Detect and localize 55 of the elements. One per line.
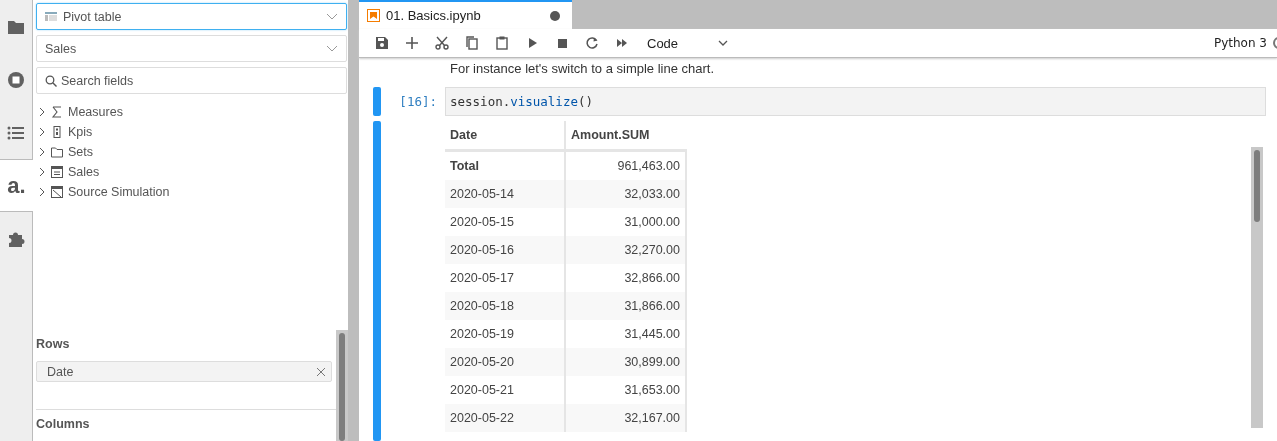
column-header: Amount.SUM xyxy=(565,121,686,151)
stop-icon xyxy=(555,36,569,50)
table-icon xyxy=(51,166,63,178)
save-icon xyxy=(375,36,389,50)
tree-item[interactable]: Kpis xyxy=(36,122,348,142)
folder-icon xyxy=(51,146,63,158)
section-title: Columns xyxy=(36,417,91,431)
table-cell: 31,866.00 xyxy=(565,292,686,320)
kernel-name[interactable]: Python 3 xyxy=(1213,36,1267,50)
field-chip[interactable]: Date xyxy=(36,361,332,382)
table-cell: 32,270.00 xyxy=(565,236,686,264)
table-cell: 2020-05-16 xyxy=(445,236,565,264)
code-input[interactable]: session.visualize() xyxy=(445,87,1266,116)
close-icon[interactable] xyxy=(316,366,326,377)
tree-item[interactable]: Sales xyxy=(36,162,348,182)
markdown-text: For instance let's switch to a simple line chart. xyxy=(449,62,716,76)
chevron-down-icon xyxy=(326,44,338,53)
tree-item[interactable]: Measures xyxy=(36,102,348,122)
list-icon[interactable] xyxy=(7,125,25,140)
tree-item[interactable]: Sets xyxy=(36,142,348,162)
add-icon xyxy=(405,36,419,50)
cube-select[interactable]: Sales xyxy=(36,35,347,62)
table-cell: 2020-05-18 xyxy=(445,292,565,320)
paste-icon xyxy=(495,36,509,50)
restart-icon xyxy=(585,36,599,50)
cell-type-dropdown[interactable]: Code xyxy=(643,31,733,55)
cut-icon xyxy=(435,36,449,50)
gauge-icon xyxy=(51,126,63,138)
table-cell: 2020-05-14 xyxy=(445,180,565,208)
scrollbar[interactable] xyxy=(1251,147,1263,428)
table-cell: 2020-05-22 xyxy=(445,404,565,432)
table-cell: 30,899.00 xyxy=(565,348,686,376)
execution-count: [16]: xyxy=(398,93,438,111)
folder-icon[interactable] xyxy=(7,18,25,35)
fast-forward-icon xyxy=(615,36,629,50)
table-cell: 2020-05-20 xyxy=(445,348,565,376)
table-cell: 32,033.00 xyxy=(565,180,686,208)
widget-select[interactable]: Pivot table xyxy=(36,3,347,30)
sigma-icon xyxy=(51,106,63,118)
notebook-tab[interactable]: 01. Basics.ipynb xyxy=(359,0,572,29)
cell-collapser[interactable] xyxy=(373,87,381,116)
section-title: Rows xyxy=(36,337,71,351)
notebook-icon xyxy=(367,9,380,22)
chevron-down-icon xyxy=(718,40,729,46)
table-cell: 32,167.00 xyxy=(565,404,686,432)
simulation-icon xyxy=(51,186,63,198)
search-field[interactable]: Search fields xyxy=(36,67,347,94)
column-header: Date xyxy=(445,121,565,151)
stop-circle-icon[interactable] xyxy=(7,70,25,89)
tree-item[interactable]: Source Simulation xyxy=(36,182,348,202)
unsaved-dot xyxy=(550,10,560,21)
scrollbar[interactable] xyxy=(336,330,348,441)
pivot-table-icon xyxy=(45,12,57,21)
chevron-down-icon xyxy=(326,12,338,21)
copy-icon xyxy=(465,36,479,50)
